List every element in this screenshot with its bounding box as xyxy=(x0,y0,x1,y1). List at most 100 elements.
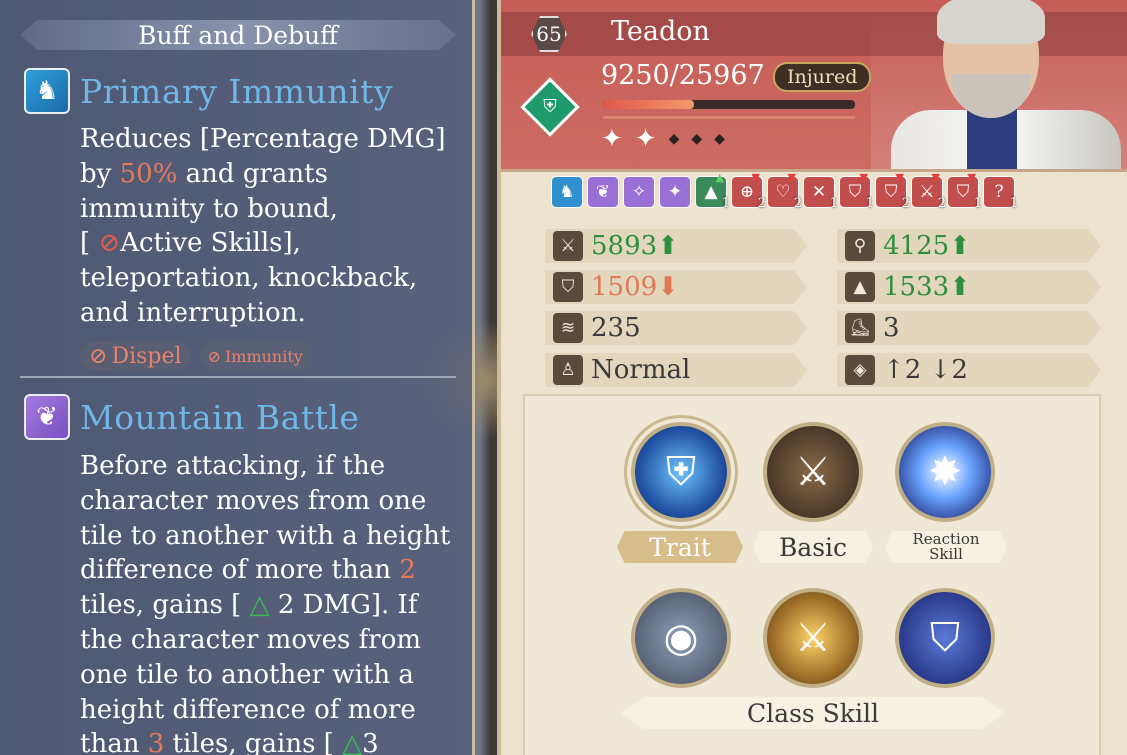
class-skill-3[interactable]: ⛉ xyxy=(895,588,995,688)
desc-line: tiles, gains [ △ 2 DMG]. If xyxy=(80,590,418,621)
panel-header: Buff and Debuff xyxy=(20,20,456,50)
arrow-down-icon: ⬇ xyxy=(657,272,679,302)
class-skill-1[interactable]: ◉ xyxy=(631,588,731,688)
effect-description: Before attacking, if the character moves… xyxy=(80,449,465,755)
desc-line: Before attacking, if the xyxy=(80,451,386,481)
effect-mountain-battle[interactable]: ❦ Mountain Battle xyxy=(24,394,359,440)
desc-line: teleportation, knockback, xyxy=(80,263,418,294)
golden-swords-icon: ⚔ xyxy=(795,615,831,661)
star-filled-icon: ✦ xyxy=(634,124,657,154)
stat-move: ⛸ 3 xyxy=(837,311,1101,345)
sparkle-icon[interactable]: ✧ xyxy=(623,176,655,208)
figure-icon: ♙ xyxy=(553,355,583,385)
hero-card: 65 Teadon ⛨ 9250/25967 Injured ✦ ✦ ◆ ◆ ◆ xyxy=(501,0,1127,172)
wing-icon: ≋ xyxy=(553,313,583,343)
shield-icon: ⛉ xyxy=(553,272,583,302)
class-skill-2[interactable]: ⚔ xyxy=(763,588,863,688)
desc-line: by 50% and grants xyxy=(80,158,328,189)
stat-value: 1509⬇ xyxy=(591,272,679,302)
hp-value: 9250/25967 xyxy=(601,60,765,91)
arrow-up-icon: ⬆ xyxy=(949,272,971,302)
desc-line: one tile to another with a xyxy=(80,659,414,690)
star-empty-icon: ◆ xyxy=(668,131,680,147)
label-basic[interactable]: Basic xyxy=(753,531,873,563)
stat-value: 5893⬆ xyxy=(591,231,679,261)
desc-line: and interruption. xyxy=(80,297,306,328)
prohibit-icon: ⊘ xyxy=(89,343,108,369)
character-panel: 65 Teadon ⛨ 9250/25967 Injured ✦ ✦ ◆ ◆ ◆ ♞ … xyxy=(497,0,1127,755)
diamond-up-icon: ◈ xyxy=(845,355,875,385)
leaf-icon[interactable]: ❦ xyxy=(587,176,619,208)
target-down-icon[interactable]: ⊕ ▼ 2 xyxy=(731,171,766,211)
wing-horse-icon: ♞ xyxy=(24,68,70,114)
stat-value: 4125⬆ xyxy=(883,231,971,261)
arrow-up-icon: ↑ xyxy=(883,355,905,385)
shield-down-icon[interactable]: ⛉ ▼ 1 xyxy=(839,171,874,211)
effect-name: Mountain Battle xyxy=(80,397,360,437)
question-icon[interactable]: ? 1 xyxy=(983,176,1018,211)
star-empty-icon: ◆ xyxy=(691,131,703,147)
arrow-down-icon: ↓ xyxy=(929,355,952,385)
cross-icon[interactable]: ✕ 1 xyxy=(803,176,838,211)
desc-line: Reduces [Percentage DMG] xyxy=(80,124,446,154)
hero-portrait xyxy=(871,0,1127,169)
eye-shield-icon: ◉ xyxy=(663,615,699,661)
desc-line: tile to another with a height xyxy=(80,520,451,551)
star-rating: ✦ ✦ ◆ ◆ ◆ xyxy=(601,124,725,154)
crest-shield-icon: ⛨ xyxy=(666,449,696,495)
blue-shield-icon: ⛉ xyxy=(930,615,960,661)
stat-tech: ≋ 235 xyxy=(545,311,807,345)
prohibit-icon: ⊘ xyxy=(98,228,121,259)
stat-atk: ⚔ 5893⬆ xyxy=(545,229,807,263)
desc-line: [ ⊘Active Skills], xyxy=(80,228,301,259)
triangle-up-icon: △ xyxy=(342,729,363,755)
shield-down-icon[interactable]: ⛉ ▼ 2 xyxy=(875,171,910,211)
stat-value: 3 xyxy=(883,313,900,343)
sword-icon: ⚔ xyxy=(553,231,583,261)
shield-burst-icon: ✸ xyxy=(928,449,962,495)
triangle-up-icon: △ xyxy=(249,590,270,621)
tag-dispel: ⊘ Dispel xyxy=(80,341,191,371)
shield-down-icon[interactable]: ⛉ ▼ 1 xyxy=(947,171,982,211)
desc-line: character moves from one xyxy=(80,485,427,516)
wizard-hat-icon: ▲ xyxy=(845,272,875,302)
skill-reaction[interactable]: ✸ xyxy=(895,422,995,522)
sparkle-double-icon[interactable]: ✦ xyxy=(659,176,691,208)
tag-immunity: ⊘ Immunity xyxy=(198,341,312,371)
buff-debuff-panel: Buff and Debuff ♞ Primary Immunity Reduc… xyxy=(0,0,475,755)
class-shield-icon[interactable]: ⛨ xyxy=(520,77,580,137)
status-badge: Injured xyxy=(773,62,872,92)
stat-value: ↑2 ↓2 xyxy=(883,355,968,385)
prohibit-icon: ⊘ xyxy=(207,346,221,366)
hat-up-icon[interactable]: ▲ ▲ 1 xyxy=(695,171,730,211)
stat-terrain: ♙ Normal xyxy=(545,353,807,387)
hero-name: Teadon xyxy=(611,16,710,47)
effect-description: Reduces [Percentage DMG] by 50% and gran… xyxy=(80,122,465,331)
stat-height: ◈ ↑2 ↓2 xyxy=(837,353,1101,387)
star-empty-icon: ◆ xyxy=(714,131,725,147)
label-class-skill: Class Skill xyxy=(621,697,1005,729)
sword-down-icon[interactable]: ⚔ ▼ 2 xyxy=(911,171,946,211)
crossed-swords-icon: ⚔ xyxy=(795,449,831,495)
arrow-up-icon: ⬆ xyxy=(949,231,971,261)
wing-horse-icon[interactable]: ♞ xyxy=(551,176,583,208)
heart-down-icon[interactable]: ♡ ▼ 2 xyxy=(767,171,802,211)
hp-bar xyxy=(603,100,855,109)
effect-primary-immunity[interactable]: ♞ Primary Immunity xyxy=(24,68,393,114)
desc-line: than 3 tiles, gains [ △3 xyxy=(80,727,465,755)
stat-value: Normal xyxy=(591,355,691,385)
divider xyxy=(20,376,456,378)
skill-trait[interactable]: ⛨ xyxy=(624,415,738,529)
stat-value: 235 xyxy=(591,313,641,343)
skills-panel: ⛨ ⚔ ✸ Trait Basic Reaction Skill ◉ ⚔ ⛉ Cl… xyxy=(523,394,1101,755)
hp-bar-fill xyxy=(603,100,694,109)
label-trait[interactable]: Trait xyxy=(617,531,743,563)
feather-leaf-icon: ❦ xyxy=(24,394,70,440)
arrow-up-icon: ⬆ xyxy=(657,231,679,261)
stat-mdef: ▲ 1533⬆ xyxy=(837,270,1101,304)
effect-tags: ⊘ Dispel ⊘ Immunity xyxy=(80,341,312,371)
skill-basic[interactable]: ⚔ xyxy=(763,422,863,522)
staff-icon: ⚲ xyxy=(845,231,875,261)
label-reaction[interactable]: Reaction Skill xyxy=(885,531,1007,563)
stat-def: ⛉ 1509⬇ xyxy=(545,270,807,304)
